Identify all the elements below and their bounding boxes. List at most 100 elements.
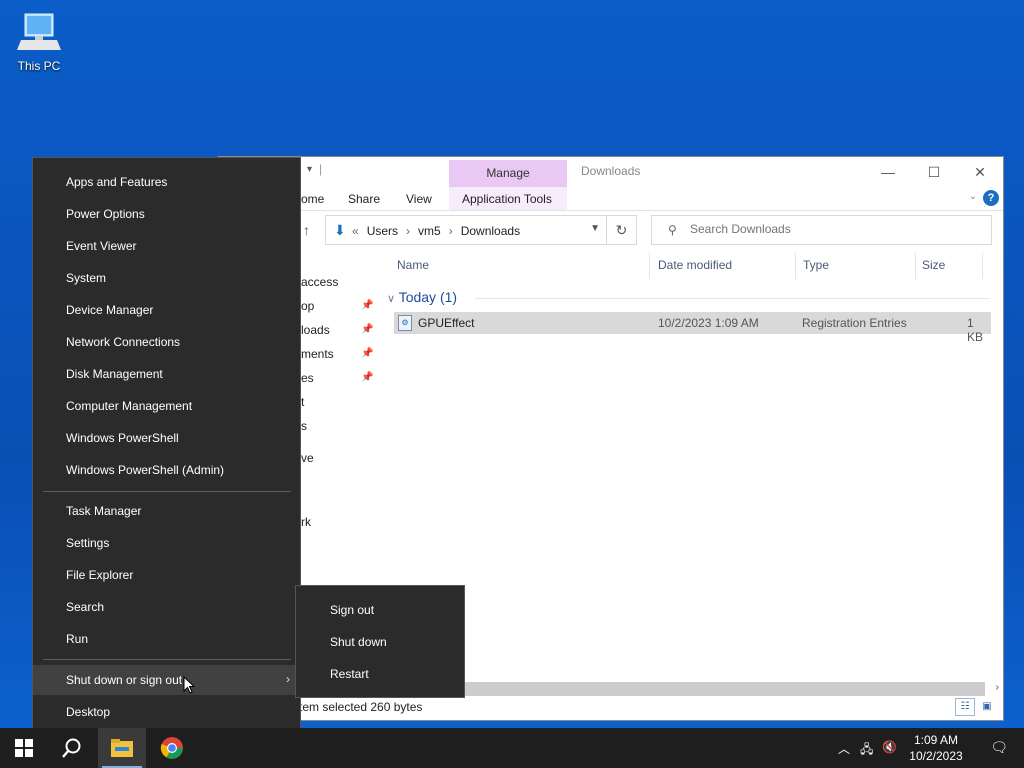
search-button[interactable] <box>48 728 96 768</box>
tab-view[interactable]: View <box>406 192 432 206</box>
menu-separator <box>43 659 291 660</box>
menu-item-shut-down-or-sign-out[interactable]: Shut down or sign out › <box>33 665 300 695</box>
menu-item-device-manager[interactable]: Device Manager <box>33 295 300 325</box>
scroll-right-icon[interactable]: › <box>996 682 999 693</box>
menu-item-label: Shut down or sign out <box>66 673 183 687</box>
menu-item-label: Shut down <box>330 635 387 649</box>
mouse-cursor-icon <box>183 676 195 694</box>
menu-item-system[interactable]: System <box>33 263 300 293</box>
quick-access-dropdown-icon[interactable]: ▾ <box>307 164 312 175</box>
menu-item-label: System <box>66 271 107 285</box>
nav-item-network[interactable]: rk <box>301 515 311 529</box>
taskbar-file-explorer[interactable] <box>98 728 146 768</box>
menu-item-windows-powershell[interactable]: Windows PowerShell <box>33 423 300 453</box>
column-divider[interactable] <box>915 253 916 279</box>
column-type[interactable]: Type <box>803 258 829 272</box>
column-divider[interactable] <box>649 253 650 279</box>
menu-item-run[interactable]: Run <box>33 624 300 654</box>
table-row[interactable]: ⚙ GPUEffect 10/2/2023 1:09 AM Registrati… <box>394 312 991 344</box>
menu-item-label: Power Options <box>66 207 145 221</box>
tab-home[interactable]: ome <box>301 192 324 206</box>
breadcrumb-overflow[interactable]: « <box>352 224 359 238</box>
breadcrumb-downloads[interactable]: Downloads <box>461 224 520 238</box>
menu-item-label: Windows PowerShell (Admin) <box>66 463 225 477</box>
system-tray: ︿ 🖧 🔇 1:09 AM 10/2/2023 🗨 <box>824 728 1024 768</box>
ribbon-expand-icon[interactable]: ⌄ <box>969 191 977 202</box>
search-box[interactable]: ⚲ <box>651 215 992 245</box>
menu-item-task-manager[interactable]: Task Manager <box>33 496 300 526</box>
tab-application-tools[interactable]: Application Tools <box>462 192 552 206</box>
pin-icon: 📌 <box>361 348 374 359</box>
network-icon[interactable]: 🖧 <box>860 740 873 761</box>
maximize-button[interactable]: ☐ <box>911 157 957 187</box>
nav-item-onedrive[interactable]: ve <box>301 451 314 465</box>
show-hidden-icons-icon[interactable]: ︿ <box>838 740 850 757</box>
menu-item-label: Search <box>66 600 105 614</box>
details-view-icon[interactable]: ☷ <box>955 698 975 716</box>
column-headers: Name Date modified Type Size <box>387 253 993 279</box>
address-row: ↑ ⬇ « Users › vm5 › Downloads ▼ ↻ ⚲ <box>219 215 1003 247</box>
menu-item-disk-management[interactable]: Disk Management <box>33 359 300 389</box>
tab-share[interactable]: Share <box>348 192 380 206</box>
menu-item-computer-management[interactable]: Computer Management <box>33 391 300 421</box>
address-bar[interactable]: ⬇ « Users › vm5 › Downloads ▼ <box>325 215 607 245</box>
minimize-button[interactable]: — <box>865 157 911 187</box>
column-divider[interactable] <box>795 253 796 279</box>
nav-item-6[interactable]: s <box>301 419 307 433</box>
menu-item-search[interactable]: Search <box>33 592 300 622</box>
volume-muted-icon[interactable]: 🔇 <box>882 740 897 754</box>
menu-item-event-viewer[interactable]: Event Viewer <box>33 231 300 261</box>
menu-item-network-connections[interactable]: Network Connections <box>33 327 300 357</box>
menu-item-shut-down[interactable]: Shut down <box>296 627 464 657</box>
menu-item-label: Computer Management <box>66 399 193 413</box>
notifications-icon[interactable]: 🗨 <box>990 739 1008 756</box>
menu-item-label: Event Viewer <box>66 239 137 253</box>
large-icons-view-icon[interactable]: ▣ <box>977 698 997 716</box>
nav-item-5[interactable]: t <box>301 395 304 409</box>
caption-buttons: — ☐ ✕ <box>865 157 1003 187</box>
up-arrow-icon[interactable]: ↑ <box>303 222 310 238</box>
menu-item-label: Desktop <box>66 705 111 719</box>
column-size[interactable]: Size <box>922 258 945 272</box>
breadcrumb-users[interactable]: Users <box>367 224 398 238</box>
group-label: Today (1) <box>398 289 458 305</box>
menu-item-power-options[interactable]: Power Options <box>33 199 300 229</box>
column-name[interactable]: Name <box>397 258 429 272</box>
menu-item-sign-out[interactable]: Sign out <box>296 595 464 625</box>
chevron-right-icon: › <box>286 672 290 686</box>
nav-item-downloads[interactable]: loads <box>301 323 330 337</box>
title-bar[interactable]: ▾ | Manage Downloads — ☐ ✕ <box>219 157 1003 187</box>
nav-item-documents[interactable]: ments <box>301 347 334 361</box>
menu-item-label: File Explorer <box>66 568 134 582</box>
refresh-button[interactable]: ↻ <box>607 215 637 245</box>
desktop-icon-this-pc[interactable]: This PC <box>12 10 66 73</box>
search-icon <box>62 738 81 758</box>
nav-item-quick-access[interactable]: access <box>301 275 338 289</box>
nav-item-pictures[interactable]: es <box>301 371 314 385</box>
menu-item-settings[interactable]: Settings <box>33 528 300 558</box>
menu-separator <box>43 491 291 492</box>
menu-item-restart[interactable]: Restart <box>296 659 464 689</box>
menu-item-desktop[interactable]: Desktop <box>33 697 300 727</box>
group-header-today[interactable]: ∨ Today (1) <box>387 289 457 305</box>
clock[interactable]: 1:09 AM 10/2/2023 <box>906 732 966 764</box>
nav-item-desktop[interactable]: op <box>301 299 314 313</box>
clock-time: 1:09 AM <box>913 733 959 747</box>
chevron-down-icon[interactable]: ▼ <box>590 223 600 234</box>
group-divider <box>475 298 990 299</box>
menu-item-label: Device Manager <box>66 303 154 317</box>
start-button[interactable] <box>0 728 48 768</box>
breadcrumb-vm5[interactable]: vm5 <box>418 224 441 238</box>
search-input[interactable] <box>690 222 970 236</box>
menu-item-apps-and-features[interactable]: Apps and Features <box>33 167 300 197</box>
taskbar-chrome[interactable] <box>148 728 196 768</box>
menu-item-windows-powershell-admin[interactable]: Windows PowerShell (Admin) <box>33 455 300 485</box>
column-divider[interactable] <box>982 253 983 279</box>
pin-icon: 📌 <box>361 372 374 383</box>
close-button[interactable]: ✕ <box>957 157 1003 187</box>
menu-item-file-explorer[interactable]: File Explorer <box>33 560 300 590</box>
winx-power-menu: Apps and Features Power Options Event Vi… <box>32 157 301 737</box>
column-date-modified[interactable]: Date modified <box>658 258 732 272</box>
tab-manage[interactable]: Manage <box>449 160 567 187</box>
help-icon[interactable]: ? <box>983 190 999 206</box>
